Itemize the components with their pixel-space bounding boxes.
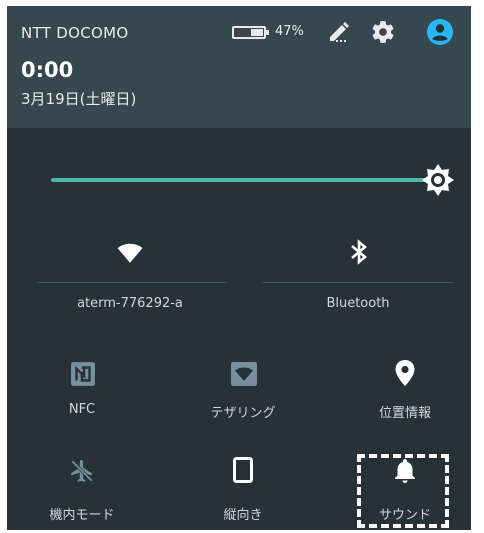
quick-settings-panel: NTT DOCOMO 47% 0:00 3月19日(土曜日) aterm-776… — [7, 6, 471, 530]
nfc-label: NFC — [68, 402, 96, 417]
tethering-label: テザリング — [210, 406, 276, 421]
clock-date: 3月19日(土曜日) — [21, 90, 137, 108]
carrier-name: NTT DOCOMO — [21, 24, 129, 42]
status-header: NTT DOCOMO 47% 0:00 3月19日(土曜日) — [7, 6, 471, 128]
tile-nfc[interactable]: NFC — [7, 356, 157, 426]
battery-percent: 47% — [275, 24, 304, 39]
tile-bluetooth[interactable]: Bluetooth — [283, 232, 433, 316]
bluetooth-divider — [263, 282, 453, 283]
tile-location[interactable]: 位置情報 — [330, 356, 471, 426]
bluetooth-icon — [351, 239, 368, 265]
nfc-icon — [71, 362, 95, 386]
bluetooth-label: Bluetooth — [326, 296, 390, 311]
battery-icon — [232, 26, 269, 39]
edit-icon[interactable] — [327, 20, 351, 44]
location-label: 位置情報 — [378, 406, 431, 421]
tile-airplane[interactable]: 機内モード — [7, 452, 157, 526]
hotspot-icon — [231, 362, 257, 386]
airplane-label: 機内モード — [49, 508, 115, 523]
tile-tethering[interactable]: テザリング — [168, 356, 318, 426]
battery-level-fill — [250, 29, 263, 36]
tile-wifi[interactable]: aterm-776292-a — [55, 232, 205, 316]
wifi-divider — [37, 282, 227, 283]
tile-rotation[interactable]: 縦向き — [168, 452, 318, 526]
settings-icon[interactable] — [370, 19, 396, 45]
wifi-label: aterm-776292-a — [77, 296, 183, 311]
location-icon — [395, 360, 415, 386]
highlight-box — [357, 454, 449, 528]
airplane-icon — [71, 460, 93, 482]
brightness-slider[interactable] — [51, 178, 427, 182]
rotation-label: 縦向き — [223, 508, 263, 523]
brightness-icon[interactable] — [421, 163, 455, 197]
clock-time: 0:00 — [21, 58, 74, 82]
account-icon[interactable] — [426, 18, 454, 46]
portrait-icon — [233, 457, 253, 483]
wifi-icon — [117, 243, 143, 263]
